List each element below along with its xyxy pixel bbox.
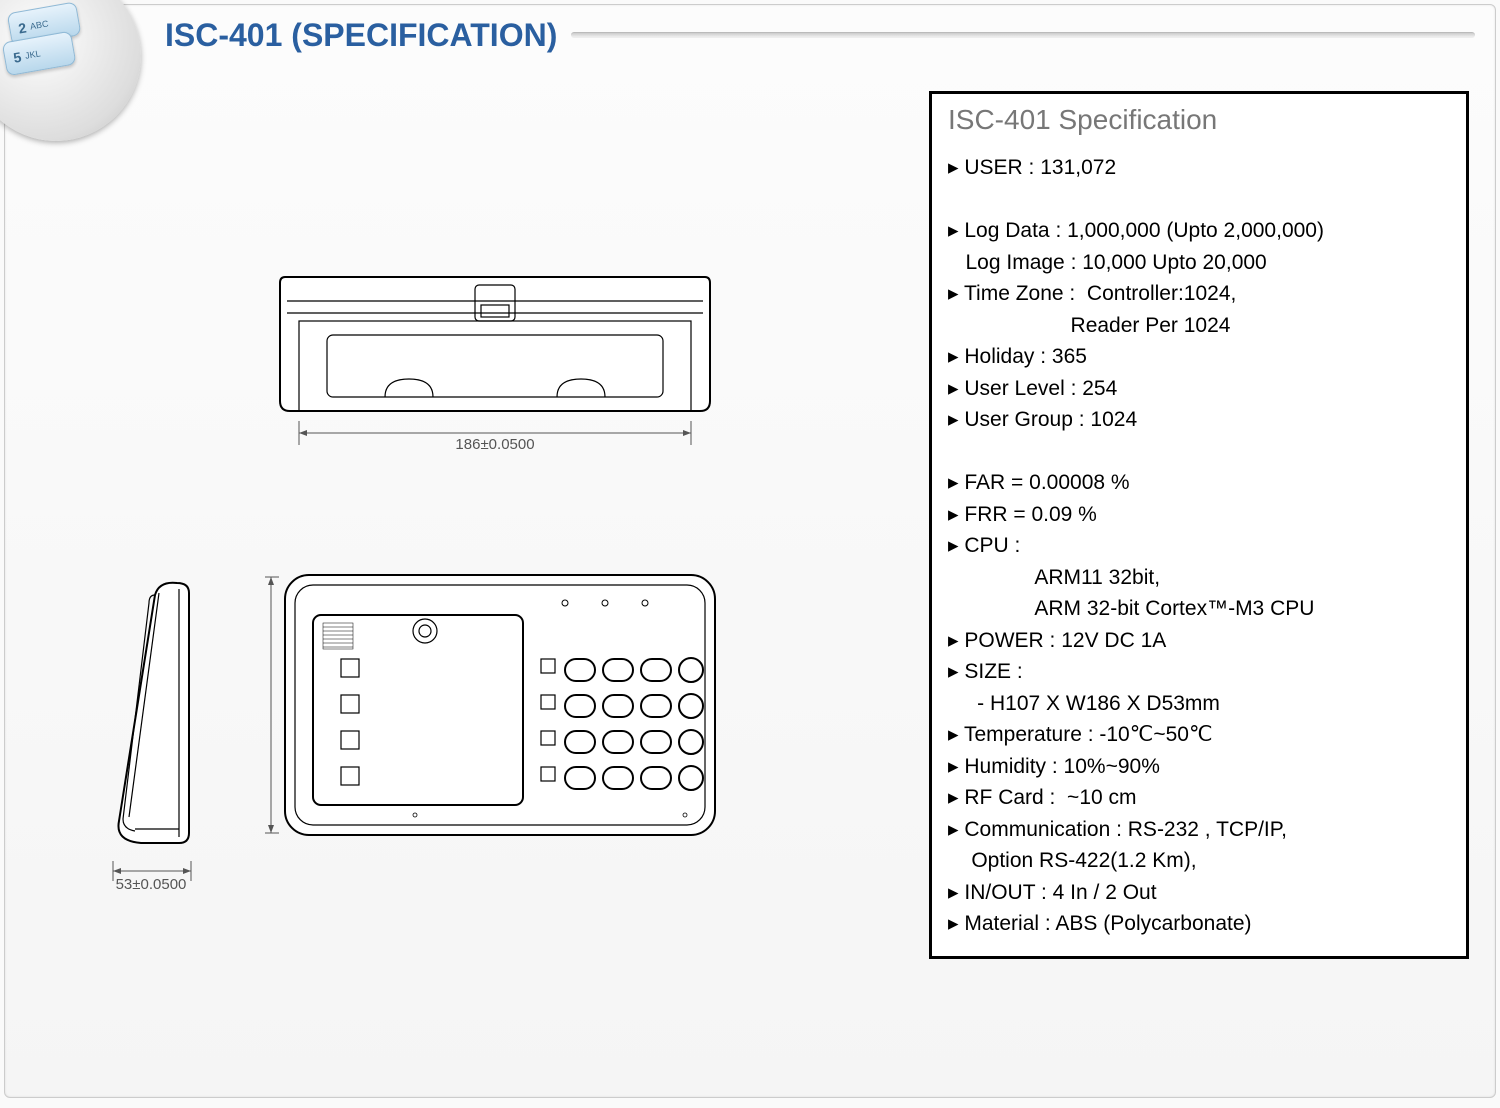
page-title: ISC-401 (SPECIFICATION): [165, 17, 557, 54]
key-letters: ABC: [29, 18, 49, 31]
slide-frame: 2 ABC 5 JKL ISC-401 (SPECIFICATION) IDTi…: [4, 4, 1496, 1098]
brand-logo-icon: IDTi: [0, 967, 19, 1107]
key-num: 5: [12, 49, 22, 66]
key-letters: JKL: [24, 48, 41, 61]
dim-width-label: 186±0.0500: [455, 436, 534, 453]
title-bar: ISC-401 (SPECIFICATION): [165, 5, 1475, 65]
side-view-drawing-icon: 53±0.0500: [79, 571, 249, 931]
title-divider: [571, 32, 1475, 38]
top-view-drawing-icon: 186±0.0500: [265, 261, 725, 481]
spec-list: ▸ USER : 131,072 ▸ Log Data : 1,000,000 …: [948, 152, 1450, 940]
dim-height-label: 107±0.0500: [265, 665, 267, 744]
logo-sphere-icon: 2 ABC 5 JKL: [0, 0, 141, 141]
key-num: 2: [17, 19, 27, 36]
front-view-drawing-icon: 107±0.0500: [265, 565, 735, 895]
dim-depth-label: 53±0.0500: [116, 876, 187, 893]
keypad-tiles-icon: 2 ABC 5 JKL: [7, 1, 86, 68]
spec-box: ISC-401 Specification ▸ USER : 131,072 ▸…: [929, 91, 1469, 959]
spec-title: ISC-401 Specification: [948, 104, 1450, 136]
